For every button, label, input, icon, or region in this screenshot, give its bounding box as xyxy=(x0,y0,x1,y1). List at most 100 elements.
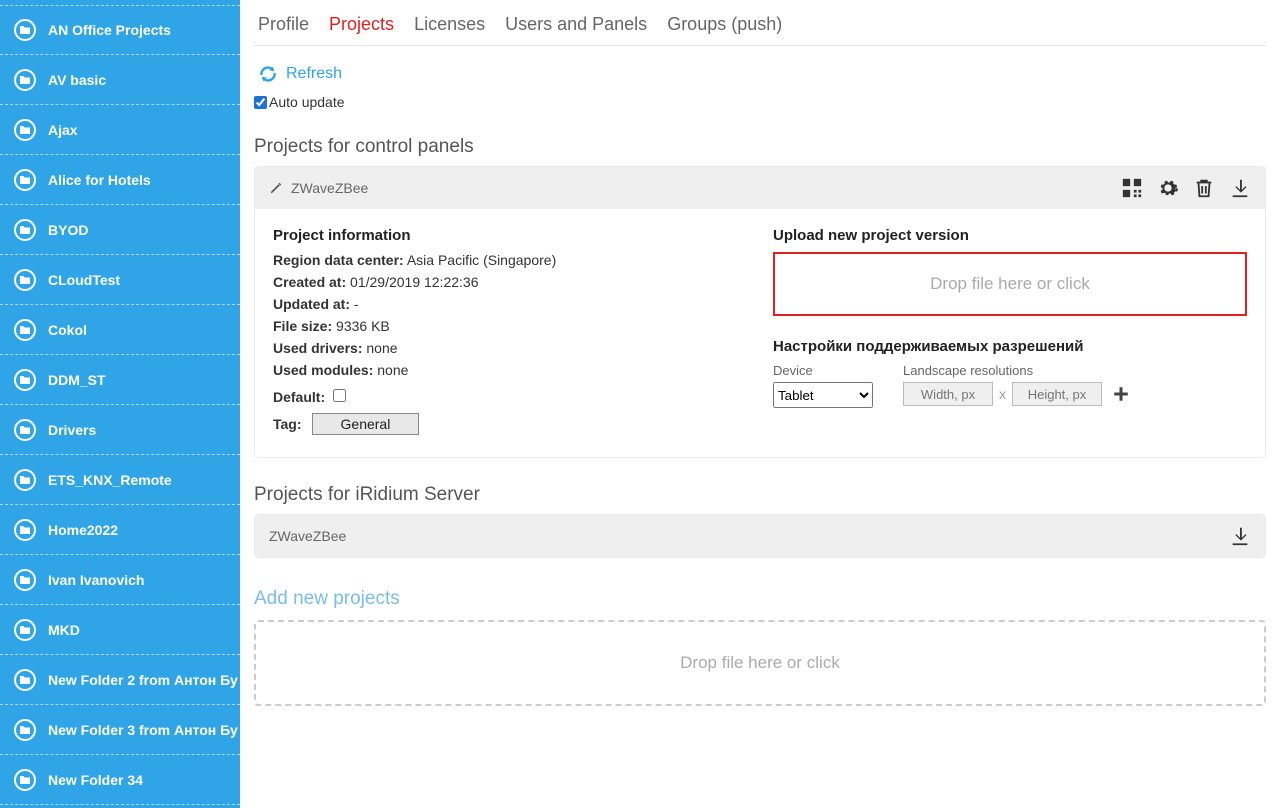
folder-icon xyxy=(14,169,36,191)
drivers-value: none xyxy=(366,340,397,356)
project-panel-server: ZWaveZBee xyxy=(254,514,1266,558)
refresh-label: Refresh xyxy=(286,65,342,83)
upload-dropzone[interactable]: Drop file here or click xyxy=(773,252,1247,316)
folder-icon xyxy=(14,669,36,691)
project-info-title: Project information xyxy=(273,227,753,244)
tab-projects[interactable]: Projects xyxy=(329,14,394,35)
folder-icon xyxy=(14,319,36,341)
download-icon[interactable] xyxy=(1229,525,1251,547)
auto-update-checkbox[interactable] xyxy=(254,96,267,109)
project-panel-cp: ZWaveZBee Project information xyxy=(254,166,1266,458)
trash-icon[interactable] xyxy=(1193,177,1215,199)
sidebar-item-8[interactable]: Drivers xyxy=(0,405,240,455)
folder-icon xyxy=(14,769,36,791)
drivers-label: Used drivers: xyxy=(273,340,362,356)
sidebar-item-3[interactable]: Alice for Hotels xyxy=(0,155,240,205)
sidebar-item-label: CLoudTest xyxy=(48,272,120,288)
sidebar-item-14[interactable]: New Folder 3 from Антон Бу xyxy=(0,705,240,755)
folder-icon xyxy=(14,519,36,541)
plus-icon[interactable] xyxy=(1112,385,1130,403)
sidebar-item-7[interactable]: DDM_ST xyxy=(0,355,240,405)
folder-icon xyxy=(14,69,36,91)
tab-licenses[interactable]: Licenses xyxy=(414,14,485,35)
add-project-dropzone-text: Drop file here or click xyxy=(680,653,840,673)
refresh-button[interactable]: Refresh xyxy=(258,64,1262,84)
sidebar-item-label: BYOD xyxy=(48,222,88,238)
folder-icon xyxy=(14,419,36,441)
project-upload-column: Upload new project version Drop file her… xyxy=(773,227,1247,435)
project-panel-header: ZWaveZBee xyxy=(255,167,1265,209)
sidebar-item-label: Drivers xyxy=(48,422,96,438)
sidebar-item-label: Home2022 xyxy=(48,522,118,538)
tag-label: Tag: xyxy=(273,416,302,432)
filesize-value: 9336 KB xyxy=(336,318,390,334)
sidebar-item-5[interactable]: CLoudTest xyxy=(0,255,240,305)
sidebar-item-label: New Folder 3 from Антон Бу xyxy=(48,722,238,738)
download-icon[interactable] xyxy=(1229,177,1251,199)
tab-groups[interactable]: Groups (push) xyxy=(667,14,782,35)
created-value: 01/29/2019 12:22:36 xyxy=(350,274,478,290)
sidebar-item-label: Cokol xyxy=(48,322,87,338)
sidebar-item-2[interactable]: Ajax xyxy=(0,105,240,155)
project-info-column: Project information Region data center: … xyxy=(273,227,753,435)
filesize-label: File size: xyxy=(273,318,332,334)
height-input[interactable] xyxy=(1012,382,1102,406)
default-checkbox[interactable] xyxy=(333,389,346,402)
sidebar-item-label: DDM_ST xyxy=(48,372,106,388)
sidebar-item-13[interactable]: New Folder 2 from Антон Бу xyxy=(0,655,240,705)
folder-icon xyxy=(14,569,36,591)
add-new-projects-title: Add new projects xyxy=(254,588,1266,610)
sidebar-item-0[interactable]: AN Office Projects xyxy=(0,5,240,55)
main-content: Profile Projects Licenses Users and Pane… xyxy=(240,0,1280,808)
sidebar-item-label: AV basic xyxy=(48,72,106,88)
project-server-name: ZWaveZBee xyxy=(269,528,346,544)
folder-icon xyxy=(14,219,36,241)
device-label: Device xyxy=(773,363,873,378)
pencil-icon[interactable] xyxy=(269,181,283,195)
sidebar-item-6[interactable]: Cokol xyxy=(0,305,240,355)
sidebar-item-4[interactable]: BYOD xyxy=(0,205,240,255)
updated-value: - xyxy=(354,296,359,312)
folder-icon xyxy=(14,269,36,291)
folder-icon xyxy=(14,119,36,141)
tab-users-panels[interactable]: Users and Panels xyxy=(505,14,647,35)
sidebar-item-label: Alice for Hotels xyxy=(48,172,151,188)
device-select[interactable]: Tablet xyxy=(773,382,873,408)
section-control-panels-title: Projects for control panels xyxy=(254,136,1266,158)
add-project-dropzone[interactable]: Drop file here or click xyxy=(254,620,1266,706)
sidebar-item-label: MKD xyxy=(48,622,80,638)
refresh-icon xyxy=(258,64,278,84)
project-server-header[interactable]: ZWaveZBee xyxy=(255,515,1265,557)
sidebar-item-label: New Folder 2 from Антон Бу xyxy=(48,672,238,688)
modules-value: none xyxy=(377,362,408,378)
sidebar-item-label: ETS_KNX_Remote xyxy=(48,472,172,488)
tab-profile[interactable]: Profile xyxy=(258,14,309,35)
sidebar-item-1[interactable]: AV basic xyxy=(0,55,240,105)
sidebar-item-11[interactable]: Ivan Ivanovich xyxy=(0,555,240,605)
sidebar-item-10[interactable]: Home2022 xyxy=(0,505,240,555)
default-label: Default: xyxy=(273,389,325,405)
sidebar-item-9[interactable]: ETS_KNX_Remote xyxy=(0,455,240,505)
modules-label: Used modules: xyxy=(273,362,373,378)
landscape-label: Landscape resolutions xyxy=(903,363,1130,378)
tag-button[interactable]: General xyxy=(312,413,420,435)
sidebar-item-label: Ajax xyxy=(48,122,78,138)
folder-icon xyxy=(14,369,36,391)
sidebar-item-label: AN Office Projects xyxy=(48,22,171,38)
auto-update-row[interactable]: Auto update xyxy=(254,94,1266,110)
qr-icon[interactable] xyxy=(1121,177,1143,199)
section-server-title: Projects for iRidium Server xyxy=(254,484,1266,506)
auto-update-label: Auto update xyxy=(269,94,345,110)
folder-icon xyxy=(14,469,36,491)
width-input[interactable] xyxy=(903,382,993,406)
sidebar-item-15[interactable]: New Folder 34 xyxy=(0,755,240,805)
folder-icon xyxy=(14,19,36,41)
sidebar-item-label: New Folder 34 xyxy=(48,772,143,788)
project-name: ZWaveZBee xyxy=(291,180,368,196)
sidebar-item-12[interactable]: MKD xyxy=(0,605,240,655)
gear-icon[interactable] xyxy=(1157,177,1179,199)
sidebar-item-label: Ivan Ivanovich xyxy=(48,572,144,588)
tabs: Profile Projects Licenses Users and Pane… xyxy=(254,0,1266,46)
created-label: Created at: xyxy=(273,274,346,290)
folder-icon xyxy=(14,719,36,741)
